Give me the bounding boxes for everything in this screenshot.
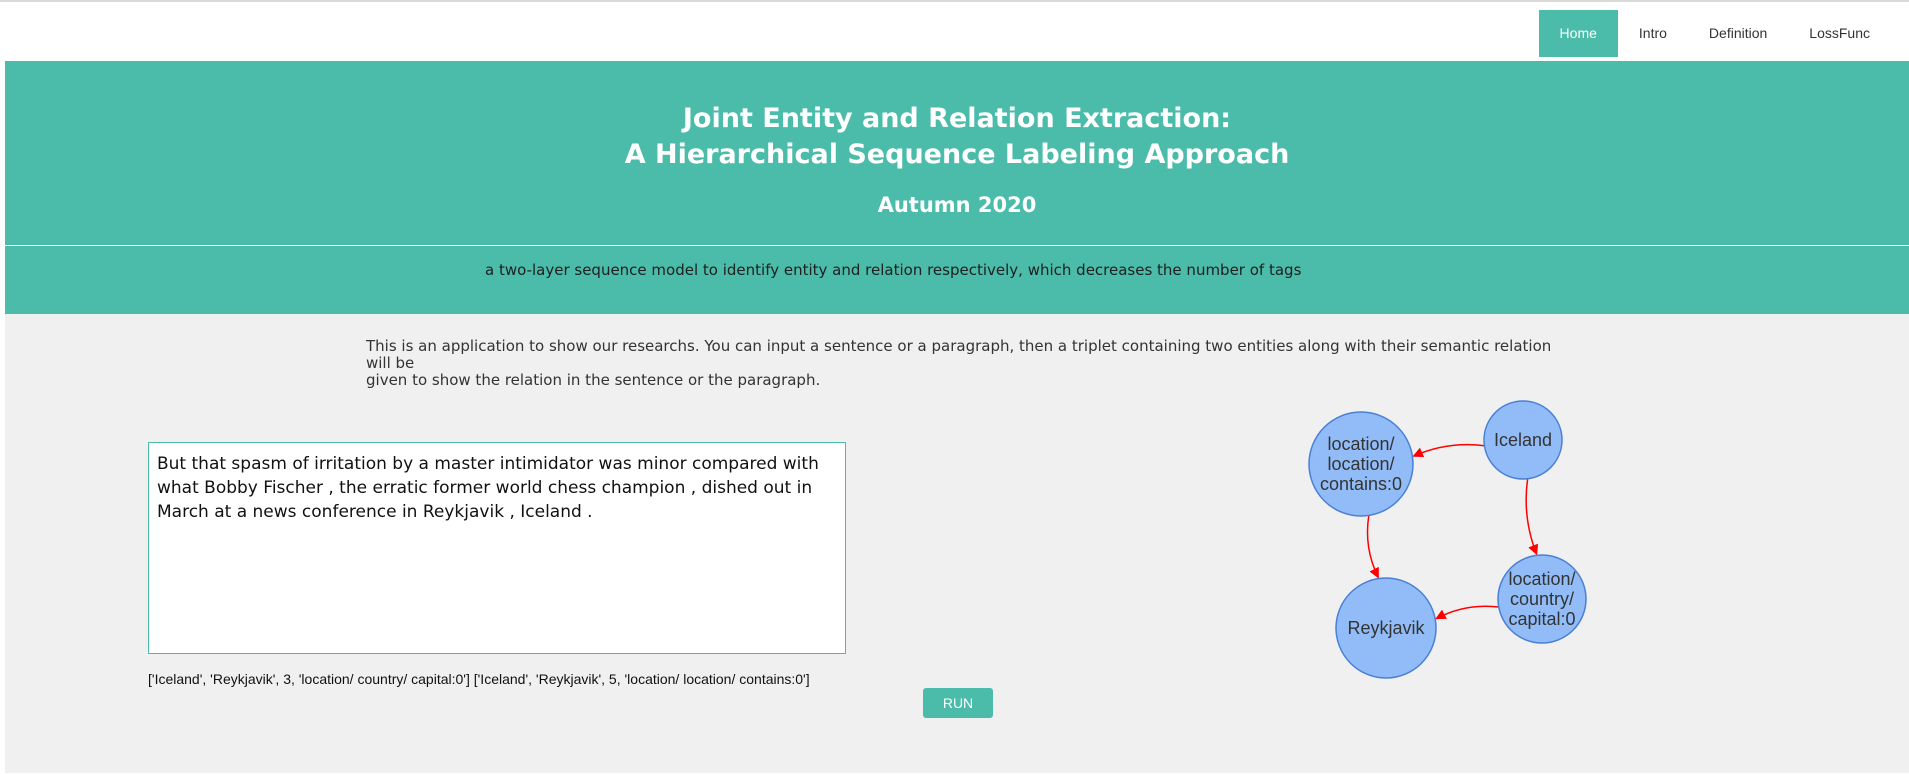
graph-nodes: Icelandlocation/location/contains:0locat… (1308, 400, 1587, 679)
graph-node-label: location/ (1327, 434, 1394, 454)
graph-node-contains[interactable]: location/location/contains:0 (1308, 411, 1414, 517)
graph-edge-iceland-contains (1412, 443, 1485, 458)
nav-item-intro[interactable]: Intro (1618, 10, 1688, 57)
intro-line-1: This is an application to show our resea… (366, 337, 1552, 372)
page-title: Joint Entity and Relation Extraction: A … (5, 101, 1909, 173)
intro-text: This is an application to show our resea… (366, 338, 1566, 389)
intro-line-2: given to show the relation in the senten… (366, 371, 821, 389)
graph-node-label: capital:0 (1508, 609, 1575, 629)
tagline: a two-layer sequence model to identify e… (485, 261, 1302, 279)
relation-graph: Icelandlocation/location/contains:0locat… (1308, 400, 1587, 679)
graph-node-label: location/ (1327, 454, 1394, 474)
graph-node-label: location/ (1508, 569, 1575, 589)
graph-node-iceland[interactable]: Iceland (1483, 400, 1563, 480)
graph-node-label: country/ (1510, 589, 1574, 609)
tagline-band: a two-layer sequence model to identify e… (5, 246, 1909, 314)
nav-item-definition[interactable]: Definition (1688, 10, 1788, 57)
graph-edge-iceland-capital (1525, 478, 1539, 556)
graph-edge-capital-reykjavik (1435, 605, 1499, 620)
run-button[interactable]: RUN (923, 688, 993, 718)
main-content: This is an application to show our resea… (5, 314, 1909, 773)
graph-node-label: Iceland (1494, 430, 1552, 450)
nav-item-home[interactable]: Home (1538, 10, 1618, 57)
page: Home Intro Definition LossFunc Joint Ent… (0, 0, 1909, 774)
hero-banner: Joint Entity and Relation Extraction: A … (5, 61, 1909, 246)
graph-node-reykjavik[interactable]: Reykjavik (1335, 577, 1437, 679)
graph-node-label: contains:0 (1320, 474, 1402, 494)
navbar: Home Intro Definition LossFunc (0, 2, 1909, 59)
nav-item-lossfunc[interactable]: LossFunc (1788, 10, 1891, 57)
title-line-2: A Hierarchical Sequence Labeling Approac… (624, 139, 1290, 170)
graph-node-label: Reykjavik (1347, 618, 1425, 638)
title-line-1: Joint Entity and Relation Extraction: (682, 103, 1232, 134)
graph-node-capital[interactable]: location/country/capital:0 (1497, 554, 1587, 644)
triplet-result: ['Iceland', 'Reykjavik', 3, 'location/ c… (148, 671, 810, 687)
main-nav: Home Intro Definition LossFunc (1538, 10, 1891, 57)
sentence-input[interactable]: But that spasm of irritation by a master… (148, 442, 846, 654)
graph-edge-contains-reykjavik (1366, 515, 1379, 579)
page-subtitle: Autumn 2020 (877, 193, 1037, 217)
